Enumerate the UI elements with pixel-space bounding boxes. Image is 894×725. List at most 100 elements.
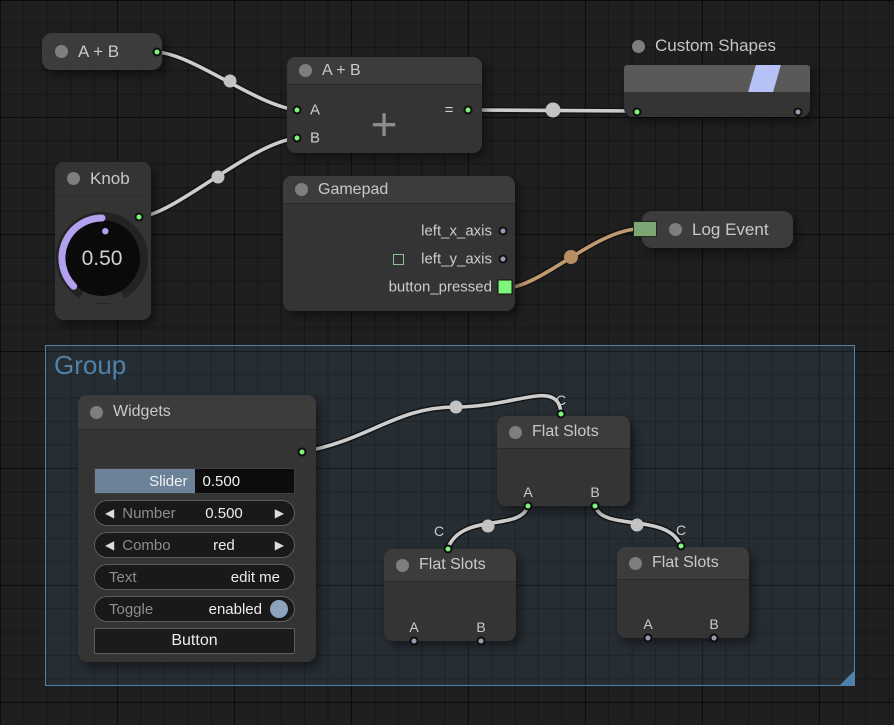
- decrement-arrow-icon[interactable]: ◀: [105, 506, 114, 520]
- node-title: Flat Slots: [652, 554, 719, 572]
- node-add[interactable]: A + B A B + =: [287, 57, 482, 153]
- knob-value: 0.50: [82, 247, 123, 270]
- collapse-dot-icon[interactable]: [67, 172, 80, 185]
- combo-value: red: [213, 537, 235, 554]
- number-label: Number: [122, 505, 175, 522]
- output-slot-left-y-axis[interactable]: [499, 255, 508, 264]
- output-slot-a[interactable]: [644, 634, 653, 643]
- group-resize-handle[interactable]: [840, 671, 854, 685]
- node-flat-slots-top[interactable]: C Flat Slots A B: [497, 416, 630, 506]
- slider-widget[interactable]: Slider 0.500: [94, 468, 295, 494]
- next-option-arrow-icon[interactable]: ▶: [275, 538, 284, 552]
- node-title: Log Event: [692, 220, 769, 240]
- collapse-dot-icon[interactable]: [295, 183, 308, 196]
- slider-fill[interactable]: Slider: [95, 469, 195, 493]
- output-slot-a[interactable]: [410, 637, 419, 646]
- output-label-b: B: [709, 616, 718, 632]
- node-title: Gamepad: [318, 181, 388, 199]
- combo-widget[interactable]: ◀ Combo red ▶: [94, 532, 295, 558]
- wire-addcollapsed-to-a: [157, 52, 297, 110]
- output-label: left_y_axis: [421, 251, 492, 268]
- node-title: Knob: [90, 169, 130, 189]
- output-label: left_x_axis: [421, 223, 492, 240]
- increment-arrow-icon[interactable]: ▶: [275, 506, 284, 520]
- text-value: edit me: [231, 569, 280, 586]
- knob-marker-dot: [102, 228, 108, 234]
- collapse-dot-icon[interactable]: [90, 406, 103, 419]
- node-title: A + B: [78, 42, 119, 62]
- output-label-a: A: [643, 616, 652, 632]
- node-title: Custom Shapes: [655, 36, 776, 56]
- input-label-a: A: [310, 102, 320, 119]
- collapse-dot-icon[interactable]: [629, 557, 642, 570]
- output-slot-left-x-axis[interactable]: [499, 227, 508, 236]
- input-slot-c[interactable]: [677, 542, 686, 551]
- prev-option-arrow-icon[interactable]: ◀: [105, 538, 114, 552]
- output-slot-eq[interactable]: [464, 106, 473, 115]
- input-label-b: B: [310, 130, 320, 147]
- collapse-dot-icon[interactable]: [396, 559, 409, 572]
- number-widget[interactable]: ◀ Number 0.500 ▶: [94, 500, 295, 526]
- node-flat-slots-left[interactable]: C Flat Slots A B: [384, 549, 516, 641]
- group-title[interactable]: Group: [46, 346, 854, 381]
- output-label-a: A: [409, 619, 418, 635]
- toggle-widget[interactable]: Toggle enabled: [94, 596, 295, 622]
- slider-value: 0.500: [195, 469, 295, 493]
- toggle-value: enabled: [209, 601, 262, 618]
- button-widget[interactable]: Button: [94, 628, 295, 654]
- output-slot-button-pressed[interactable]: [498, 280, 513, 295]
- number-value: 0.500: [205, 505, 243, 522]
- input-label-c: C: [434, 523, 444, 539]
- node-graph-canvas[interactable]: Group: [0, 0, 894, 725]
- slot-box-icon: [393, 254, 404, 265]
- input-label-c: C: [676, 522, 686, 538]
- node-gamepad[interactable]: Gamepad left_x_axis left_y_axis button_p…: [283, 176, 515, 311]
- collapse-dot-icon[interactable]: [669, 223, 682, 236]
- output-slot-b[interactable]: [710, 634, 719, 643]
- toggle-label: Toggle: [109, 601, 153, 618]
- collapse-dot-icon[interactable]: [632, 40, 645, 53]
- collapse-dot-icon[interactable]: [299, 64, 312, 77]
- output-label-a: A: [523, 484, 532, 500]
- input-slot[interactable]: [633, 108, 642, 117]
- event-input-slot[interactable]: [633, 221, 657, 237]
- node-knob[interactable]: Knob 0.50: [55, 162, 151, 320]
- input-slot-b[interactable]: [293, 134, 302, 143]
- custom-shapes-title-row: Custom Shapes: [632, 36, 776, 56]
- input-slot-c[interactable]: [557, 410, 566, 419]
- collapse-dot-icon[interactable]: [55, 45, 68, 58]
- output-label-eq: =: [445, 102, 454, 119]
- node-log-event[interactable]: Log Event: [642, 211, 793, 248]
- node-custom-shapes[interactable]: [624, 65, 810, 117]
- input-slot-a[interactable]: [293, 106, 302, 115]
- button-label: Button: [171, 632, 217, 650]
- wire-add-to-customshapes: [470, 110, 637, 111]
- output-slot[interactable]: [298, 448, 307, 457]
- output-slot[interactable]: [153, 48, 162, 57]
- knob-widget[interactable]: 0.50: [55, 196, 151, 320]
- output-slot-b[interactable]: [477, 637, 486, 646]
- wire-buttonpressed-to-logevent: [514, 229, 636, 287]
- input-label-c: C: [556, 392, 566, 408]
- slider-label: Slider: [149, 473, 187, 490]
- node-widgets[interactable]: Widgets Slider 0.500 ◀ Number 0.500 ▶ ◀ …: [78, 395, 316, 662]
- collapse-dot-icon[interactable]: [509, 426, 522, 439]
- text-label: Text: [109, 569, 137, 586]
- wire-knob-to-b: [139, 138, 297, 217]
- plus-icon: +: [371, 97, 398, 151]
- node-title: Widgets: [113, 403, 171, 421]
- parallelogram-shape-icon: [748, 65, 781, 92]
- toggle-knob-icon[interactable]: [270, 600, 288, 618]
- text-widget[interactable]: Text edit me: [94, 564, 295, 590]
- input-slot-c[interactable]: [444, 545, 453, 554]
- node-add-collapsed[interactable]: A + B: [42, 33, 162, 70]
- output-slot-a[interactable]: [524, 502, 533, 511]
- node-title: Flat Slots: [532, 423, 599, 441]
- output-slot-b[interactable]: [591, 502, 600, 511]
- output-label-b: B: [476, 619, 485, 635]
- output-slot[interactable]: [794, 108, 803, 117]
- combo-label: Combo: [122, 537, 170, 554]
- output-label: button_pressed: [389, 279, 492, 296]
- node-flat-slots-right[interactable]: C Flat Slots A B: [617, 547, 749, 638]
- node-title: Flat Slots: [419, 556, 486, 574]
